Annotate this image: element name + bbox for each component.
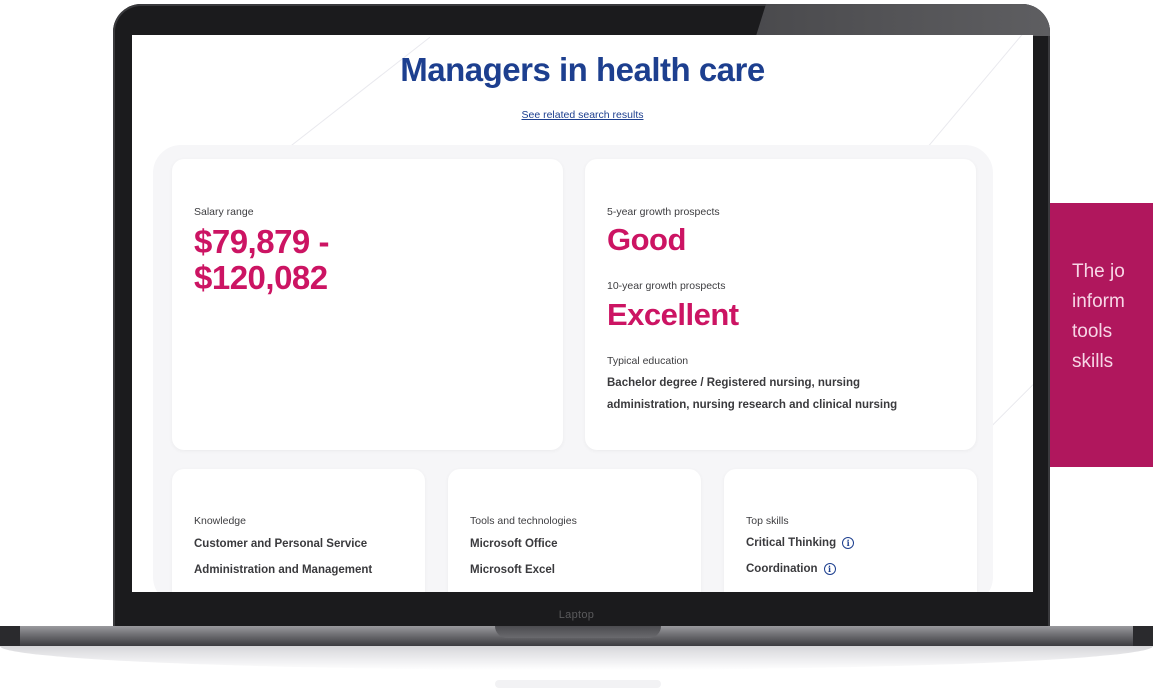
skills-label: Top skills — [746, 515, 789, 527]
side-panel-line: inform — [1072, 291, 1125, 312]
skill-name: Critical Thinking — [746, 537, 837, 549]
laptop-reflection — [495, 680, 661, 688]
tools-item: Microsoft Excel — [470, 564, 555, 576]
skills-card: Top skills Critical Thinking i Coordinat… — [724, 469, 977, 592]
tools-label: Tools and technologies — [470, 515, 577, 527]
tools-item: Microsoft Office — [470, 538, 558, 550]
five-year-label: 5-year growth prospects — [607, 206, 720, 218]
tools-card: Tools and technologies Microsoft Office … — [448, 469, 701, 592]
education-label: Typical education — [607, 355, 689, 367]
laptop-notch — [495, 626, 661, 638]
base-edge-left — [0, 626, 20, 646]
skill-name: Coordination — [746, 563, 818, 575]
knowledge-label: Knowledge — [194, 515, 246, 527]
education-line-2: administration, nursing research and cli… — [607, 399, 898, 411]
knowledge-card: Knowledge Customer and Personal Service … — [172, 469, 425, 592]
laptop-base-shadow — [0, 646, 1153, 670]
side-panel: The jo inform tools skills — [1050, 203, 1153, 467]
knowledge-item: Administration and Management — [194, 564, 373, 576]
ten-year-label: 10-year growth prospects — [607, 280, 726, 292]
page-title: Managers in health care — [400, 51, 765, 88]
five-year-value: Good — [607, 222, 686, 257]
salary-max: $120,082 — [194, 259, 328, 296]
base-edge-right — [1133, 626, 1153, 646]
skill-row: Critical Thinking i — [746, 537, 855, 549]
lid-glare — [756, 4, 1050, 36]
salary-card: Salary range $79,879 - $120,082 — [172, 159, 563, 450]
info-icon[interactable]: i — [823, 563, 836, 575]
side-panel-line: skills — [1072, 351, 1114, 372]
education-line-1: Bachelor degree / Registered nursing, nu… — [607, 377, 861, 389]
related-search-link[interactable]: See related search results — [132, 109, 1033, 121]
skill-row: Coordination i — [746, 563, 836, 575]
ten-year-value: Excellent — [607, 297, 739, 332]
salary-min: $79,879 - — [194, 223, 329, 260]
info-icon[interactable]: i — [842, 537, 855, 549]
laptop-label: Laptop — [558, 609, 595, 621]
growth-card: 5-year growth prospects Good 10-year gro… — [585, 159, 976, 450]
knowledge-item: Customer and Personal Service — [194, 538, 368, 550]
cards-container: Salary range $79,879 - $120,082 5-year g… — [153, 145, 993, 592]
side-panel-line: The jo — [1072, 261, 1125, 282]
salary-label: Salary range — [194, 206, 254, 218]
side-panel-text: The jo inform tools skills — [1072, 257, 1153, 377]
side-panel-line: tools — [1072, 321, 1113, 342]
laptop-screen: Managers in health care See related sear… — [132, 35, 1033, 592]
